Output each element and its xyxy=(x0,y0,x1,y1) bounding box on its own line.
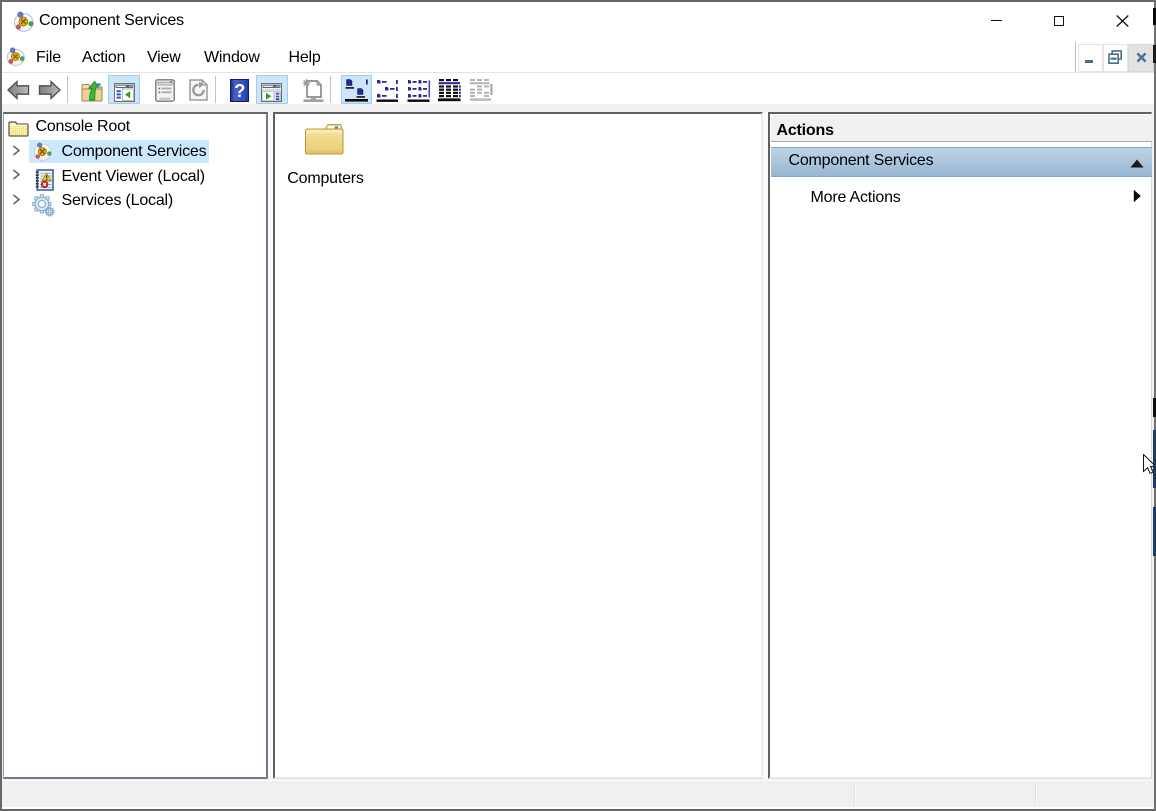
svg-text:?: ? xyxy=(234,80,245,101)
